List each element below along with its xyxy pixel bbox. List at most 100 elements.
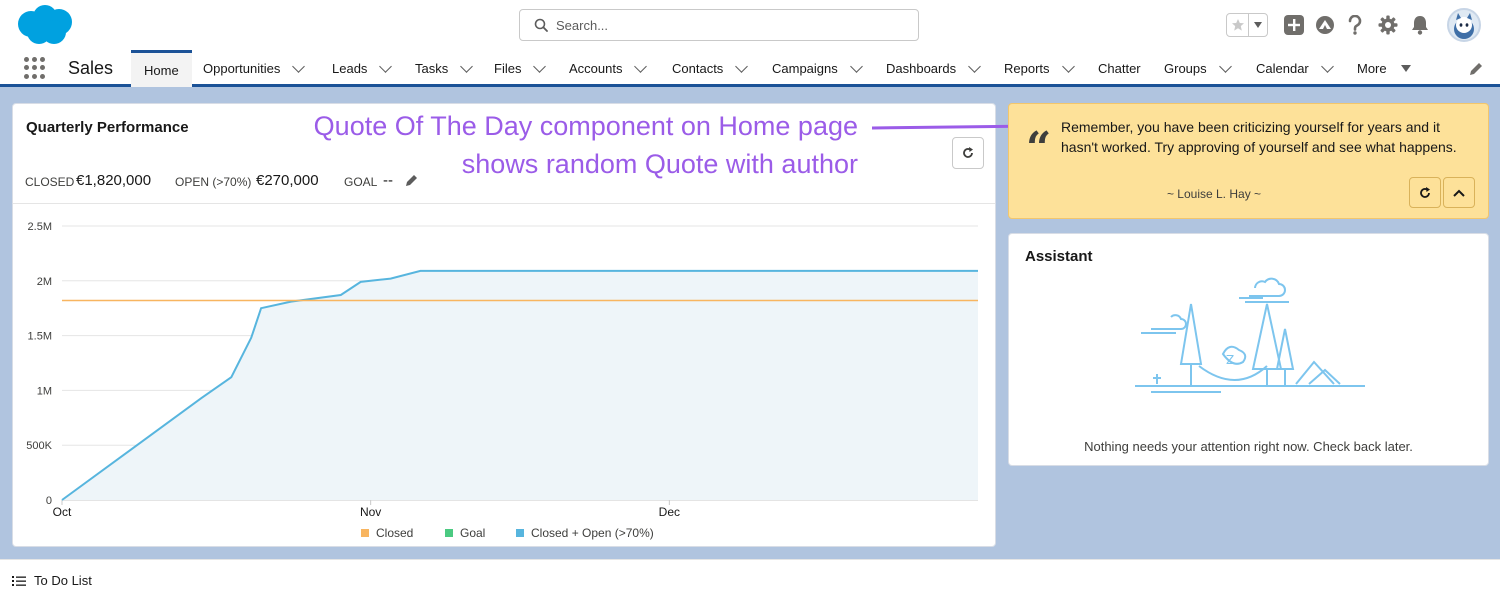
y-tick-label: 2.5M bbox=[28, 221, 52, 233]
tab-chatter-label: Chatter bbox=[1098, 61, 1141, 76]
utility-bar: To Do List bbox=[0, 559, 1500, 600]
assistant-empty-message: Nothing needs your attention right now. … bbox=[1084, 439, 1413, 454]
tab-tasks[interactable]: Tasks bbox=[415, 50, 474, 87]
tab-reports[interactable]: Reports bbox=[1004, 50, 1075, 87]
chevron-down-icon[interactable] bbox=[1320, 60, 1334, 73]
tab-dashboards[interactable]: Dashboards bbox=[886, 50, 981, 87]
to-do-list-label: To Do List bbox=[34, 573, 92, 588]
quote-mark-icon: “ bbox=[1026, 123, 1052, 174]
chevron-down-icon[interactable] bbox=[735, 60, 749, 73]
tab-home[interactable]: Home bbox=[131, 50, 192, 87]
tab-leads[interactable]: Leads bbox=[332, 50, 393, 87]
chevron-down-icon[interactable] bbox=[533, 60, 547, 73]
chevron-down-icon[interactable] bbox=[292, 60, 306, 73]
app-launcher-icon[interactable] bbox=[24, 57, 46, 79]
app-name: Sales bbox=[68, 58, 114, 78]
global-header bbox=[0, 0, 1500, 50]
quote-of-the-day-card: “ Remember, you have been criticizing yo… bbox=[1008, 103, 1489, 219]
legend-label: Goal bbox=[460, 526, 485, 540]
tab-more[interactable]: More bbox=[1357, 50, 1411, 87]
refresh-icon bbox=[1420, 186, 1430, 198]
quote-text: Remember, you have been criticizing your… bbox=[1061, 119, 1457, 155]
tab-chatter[interactable]: Chatter bbox=[1098, 50, 1141, 87]
legend-swatch bbox=[445, 529, 453, 537]
closed-label: CLOSED bbox=[25, 175, 75, 189]
legend-label: Closed bbox=[376, 526, 413, 540]
salesforce-cloud-logo-icon[interactable] bbox=[14, 4, 76, 46]
new-quote-refresh-button[interactable] bbox=[1409, 177, 1441, 208]
chevron-down-icon[interactable] bbox=[968, 60, 981, 73]
tab-more-label: More bbox=[1357, 61, 1387, 76]
tab-reports-label: Reports bbox=[1004, 61, 1050, 76]
legend-swatch bbox=[361, 529, 369, 537]
tab-opportunities[interactable]: Opportunities bbox=[203, 50, 306, 87]
app-navigation-bar: Sales Home Opportunities Leads Tasks Fil… bbox=[0, 50, 1500, 87]
y-tick-label: 2M bbox=[37, 276, 52, 288]
tab-home-label: Home bbox=[144, 62, 179, 78]
global-actions-plus-icon[interactable] bbox=[1284, 14, 1304, 36]
x-tick-label: Dec bbox=[659, 505, 680, 519]
tab-campaigns-label: Campaigns bbox=[772, 61, 838, 76]
collapse-button[interactable] bbox=[1443, 177, 1475, 208]
refresh-icon bbox=[963, 147, 973, 158]
camping-illustration-icon: Z bbox=[1135, 277, 1365, 393]
to-do-list-button[interactable]: To Do List bbox=[12, 573, 92, 588]
tab-calendar[interactable]: Calendar bbox=[1256, 50, 1334, 87]
search-icon bbox=[534, 18, 548, 32]
trailhead-guidance-icon[interactable] bbox=[1314, 14, 1336, 36]
quarterly-performance-chart: 0 500K 1M 1.5M 2M 2.5M Oct Nov Dec Closed Goal Clo… bbox=[26, 221, 978, 540]
chevron-up-icon bbox=[1453, 189, 1465, 197]
refresh-button[interactable] bbox=[952, 137, 984, 169]
tab-contacts[interactable]: Contacts bbox=[672, 50, 749, 87]
tab-files[interactable]: Files bbox=[494, 50, 547, 87]
tab-dashboards-label: Dashboards bbox=[886, 61, 957, 76]
chevron-down-icon[interactable] bbox=[460, 60, 474, 73]
closed-open-area bbox=[62, 270, 978, 500]
card-title: Assistant bbox=[1025, 248, 1093, 265]
svg-text:Z: Z bbox=[1226, 353, 1234, 367]
tab-files-label: Files bbox=[494, 61, 522, 76]
caret-down-icon bbox=[1400, 65, 1411, 72]
help-question-icon[interactable] bbox=[1346, 14, 1364, 36]
screenshot-annotation: Quote Of The Day component on Home page … bbox=[240, 107, 858, 183]
tab-tasks-label: Tasks bbox=[415, 61, 449, 76]
favorites-button-group[interactable] bbox=[1226, 13, 1268, 37]
checklist-icon bbox=[12, 575, 26, 586]
assistant-card: Assistant Z Nothing needs your attention… bbox=[1008, 233, 1489, 466]
tab-opportunities-label: Opportunities bbox=[203, 61, 281, 76]
notifications-bell-icon[interactable] bbox=[1410, 14, 1430, 36]
card-title: Quarterly Performance bbox=[26, 119, 189, 136]
y-tick-label: 500K bbox=[26, 440, 52, 452]
setup-gear-icon[interactable] bbox=[1378, 14, 1398, 36]
chevron-down-icon[interactable] bbox=[1061, 60, 1075, 73]
tab-calendar-label: Calendar bbox=[1256, 61, 1309, 76]
tab-campaigns[interactable]: Campaigns bbox=[772, 50, 863, 87]
tab-contacts-label: Contacts bbox=[672, 61, 724, 76]
annotation-line-1: Quote Of The Day component on Home page bbox=[313, 111, 858, 141]
tab-groups-label: Groups bbox=[1164, 61, 1207, 76]
tab-leads-label: Leads bbox=[332, 61, 368, 76]
y-tick-label: 1.5M bbox=[28, 331, 52, 343]
x-tick-label: Oct bbox=[53, 505, 72, 519]
favorites-star-icon[interactable] bbox=[1227, 14, 1249, 36]
global-search-box[interactable] bbox=[519, 9, 919, 41]
chevron-down-icon[interactable] bbox=[634, 60, 648, 73]
annotation-line-2: shows random Quote with author bbox=[461, 149, 858, 179]
edit-nav-pencil-icon[interactable] bbox=[1468, 61, 1484, 77]
legend-swatch bbox=[516, 529, 524, 537]
chevron-down-icon[interactable] bbox=[379, 60, 393, 73]
legend-label: Closed + Open (>70%) bbox=[531, 526, 654, 540]
y-tick-label: 1M bbox=[37, 385, 52, 397]
astro-avatar-icon bbox=[1454, 13, 1474, 39]
chevron-down-icon[interactable] bbox=[849, 60, 863, 73]
user-avatar[interactable] bbox=[1447, 8, 1481, 42]
closed-value: €1,820,000 bbox=[76, 172, 152, 189]
chevron-down-icon[interactable] bbox=[1218, 60, 1232, 73]
x-tick-label: Nov bbox=[360, 505, 381, 519]
y-tick-label: 0 bbox=[46, 495, 52, 507]
global-search-input[interactable] bbox=[556, 17, 896, 33]
favorites-dropdown-icon[interactable] bbox=[1249, 21, 1267, 29]
tab-accounts[interactable]: Accounts bbox=[569, 50, 648, 87]
quote-author: ~ Louise L. Hay ~ bbox=[1166, 187, 1262, 201]
tab-groups[interactable]: Groups bbox=[1164, 50, 1232, 87]
